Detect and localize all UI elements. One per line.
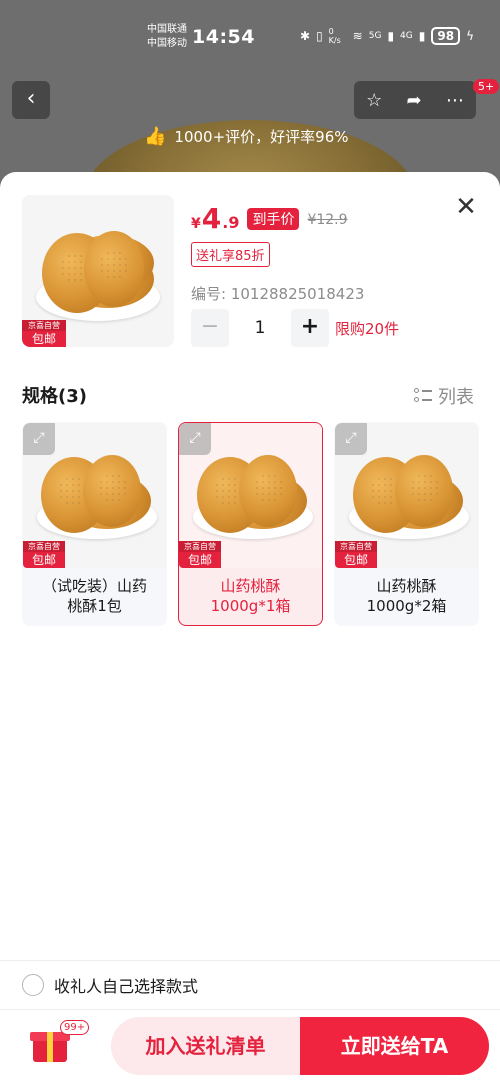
close-icon: ✕ bbox=[455, 192, 477, 222]
back-button[interactable]: ‹ bbox=[12, 81, 50, 119]
signal-icon: ▮ bbox=[387, 29, 395, 43]
close-button[interactable]: ✕ bbox=[452, 194, 480, 222]
message-badge: 5+ bbox=[473, 79, 500, 94]
final-price-tag: 到手价 bbox=[247, 208, 300, 230]
product-thumbnail[interactable]: 京喜自营 包邮 bbox=[22, 195, 174, 347]
rating-banner: 👍 1000+评价，好评率96% bbox=[144, 122, 349, 150]
spec-option-label-line1: 山药桃酥 bbox=[220, 577, 281, 595]
spec-option-1-box[interactable]: ⤢ 京喜自营 包邮 山药桃酥 1000g*1箱 bbox=[178, 422, 323, 626]
free-shipping-label: 包邮 bbox=[187, 553, 212, 567]
spec-option-image: ⤢ 京喜自营 包邮 bbox=[179, 423, 322, 568]
original-price: ¥12.9 bbox=[307, 212, 348, 228]
clock: 14:54 bbox=[192, 26, 255, 48]
free-shipping-label: 包邮 bbox=[343, 553, 368, 567]
self-operated-label: 京喜自营 bbox=[179, 541, 221, 552]
system-icons: ✱ ▯ 0 K/s ≋ 5G ▮ 4G ▮ 98 ϟ bbox=[300, 27, 474, 45]
recipient-choose-label: 收礼人自己选择款式 bbox=[54, 976, 199, 996]
carrier-2: 中国移动 bbox=[147, 38, 187, 49]
spec-option-image: ⤢ 京喜自营 包邮 bbox=[335, 423, 478, 568]
bluetooth-icon: ✱ bbox=[300, 29, 311, 43]
list-view-toggle[interactable]: 列表 bbox=[414, 383, 474, 409]
spec-option-label-line1: （试吃装）山药 bbox=[41, 577, 147, 595]
self-operated-tag: 京喜自营 包邮 bbox=[179, 541, 221, 568]
cookie-graphic bbox=[84, 231, 144, 307]
spec-option-trial[interactable]: ⤢ 京喜自营 包邮 （试吃装）山药 桃酥1包 bbox=[22, 422, 167, 626]
purchase-limit: 限购20件 bbox=[335, 319, 400, 338]
spec-option-label-line2: 1000g*1箱 bbox=[210, 597, 291, 615]
carrier-1: 中国联通 bbox=[147, 24, 187, 35]
more-icon[interactable]: ⋯ bbox=[446, 90, 464, 111]
nav-actions: ☆ ➦ ⋯ bbox=[354, 81, 476, 119]
spec-option-label-line1: 山药桃酥 bbox=[376, 577, 437, 595]
chevron-left-icon: ‹ bbox=[26, 86, 36, 111]
net-speed: 0 K/s bbox=[328, 27, 341, 45]
self-operated-label: 京喜自营 bbox=[335, 541, 377, 552]
list-icon bbox=[414, 387, 432, 405]
gift-discount-tag: 送礼享85折 bbox=[191, 242, 270, 267]
net-5g: 5G bbox=[368, 31, 382, 41]
expand-icon[interactable]: ⤢ bbox=[179, 423, 211, 455]
wifi-icon: ≋ bbox=[352, 29, 363, 43]
self-operated-label: 京喜自营 bbox=[22, 320, 66, 331]
quantity-stepper: − 1 + 限购20件 bbox=[191, 309, 399, 347]
thumbs-up-icon: 👍 bbox=[144, 125, 167, 147]
price-row: ¥ 4 .9 到手价 ¥12.9 bbox=[191, 202, 348, 235]
cookie-graphic bbox=[83, 455, 141, 527]
charging-icon: ϟ bbox=[466, 29, 474, 43]
decrease-button[interactable]: − bbox=[191, 309, 229, 347]
spec-title: 规格(3) bbox=[22, 386, 87, 407]
spec-option-label: 山药桃酥 1000g*1箱 bbox=[179, 568, 322, 616]
spec-option-image: ⤢ 京喜自营 包邮 bbox=[23, 423, 166, 568]
spec-option-label: （试吃装）山药 桃酥1包 bbox=[23, 568, 166, 616]
spec-option-label-line2: 桃酥1包 bbox=[67, 597, 122, 615]
add-to-gift-list-button[interactable]: 加入送礼清单 bbox=[111, 1017, 300, 1075]
recipient-choose-option[interactable]: 收礼人自己选择款式 bbox=[0, 960, 500, 1008]
battery-indicator: 98 bbox=[431, 27, 461, 45]
spec-option-label: 山药桃酥 1000g*2箱 bbox=[335, 568, 478, 616]
list-toggle-label: 列表 bbox=[438, 387, 474, 408]
self-operated-tag: 京喜自营 包邮 bbox=[22, 320, 66, 347]
signal-icon-2: ▮ bbox=[418, 29, 426, 43]
self-operated-label: 京喜自营 bbox=[23, 541, 65, 552]
free-shipping-label: 包邮 bbox=[31, 332, 56, 346]
free-shipping-label: 包邮 bbox=[31, 553, 56, 567]
send-now-button[interactable]: 立即送给TA bbox=[300, 1017, 489, 1075]
quantity-value[interactable]: 1 bbox=[229, 318, 291, 338]
self-operated-tag: 京喜自营 包邮 bbox=[335, 541, 377, 568]
vibrate-icon: ▯ bbox=[316, 29, 323, 43]
action-bar: 99+ 加入送礼清单 立即送给TA bbox=[0, 1009, 500, 1083]
cookie-graphic bbox=[239, 455, 297, 527]
star-icon[interactable]: ☆ bbox=[366, 90, 382, 111]
price-decimal: .9 bbox=[222, 213, 240, 232]
currency-symbol: ¥ bbox=[191, 216, 201, 232]
expand-icon[interactable]: ⤢ bbox=[335, 423, 367, 455]
spec-option-label-line2: 1000g*2箱 bbox=[366, 597, 447, 615]
self-operated-tag: 京喜自营 包邮 bbox=[23, 541, 65, 568]
spec-options: ⤢ 京喜自营 包邮 （试吃装）山药 桃酥1包 ⤢ 京喜自营 包邮 山药桃酥 10… bbox=[22, 422, 479, 626]
cookie-graphic bbox=[395, 455, 453, 527]
sku-code: 编号: 10128825018423 bbox=[191, 285, 365, 303]
net-4g: 4G bbox=[400, 31, 413, 41]
spec-option-2-box[interactable]: ⤢ 京喜自营 包邮 山药桃酥 1000g*2箱 bbox=[334, 422, 479, 626]
gift-list-badge: 99+ bbox=[60, 1020, 90, 1035]
status-bar: 中国联通 中国移动 14:54 ✱ ▯ 0 K/s ≋ 5G ▮ 4G ▮ 98… bbox=[0, 0, 500, 72]
price-integer: 4 bbox=[201, 202, 222, 235]
rating-text: 1000+评价，好评率96% bbox=[174, 127, 349, 146]
increase-button[interactable]: + bbox=[291, 309, 329, 347]
recipient-choose-radio[interactable] bbox=[22, 973, 44, 996]
sku-selector-sheet: 京喜自营 包邮 ¥ 4 .9 到手价 ¥12.9 送礼享85折 编号: 1012… bbox=[0, 172, 500, 1083]
share-icon[interactable]: ➦ bbox=[407, 90, 422, 111]
expand-icon[interactable]: ⤢ bbox=[23, 423, 55, 455]
carrier-labels: 中国联通 中国移动 bbox=[147, 23, 187, 51]
